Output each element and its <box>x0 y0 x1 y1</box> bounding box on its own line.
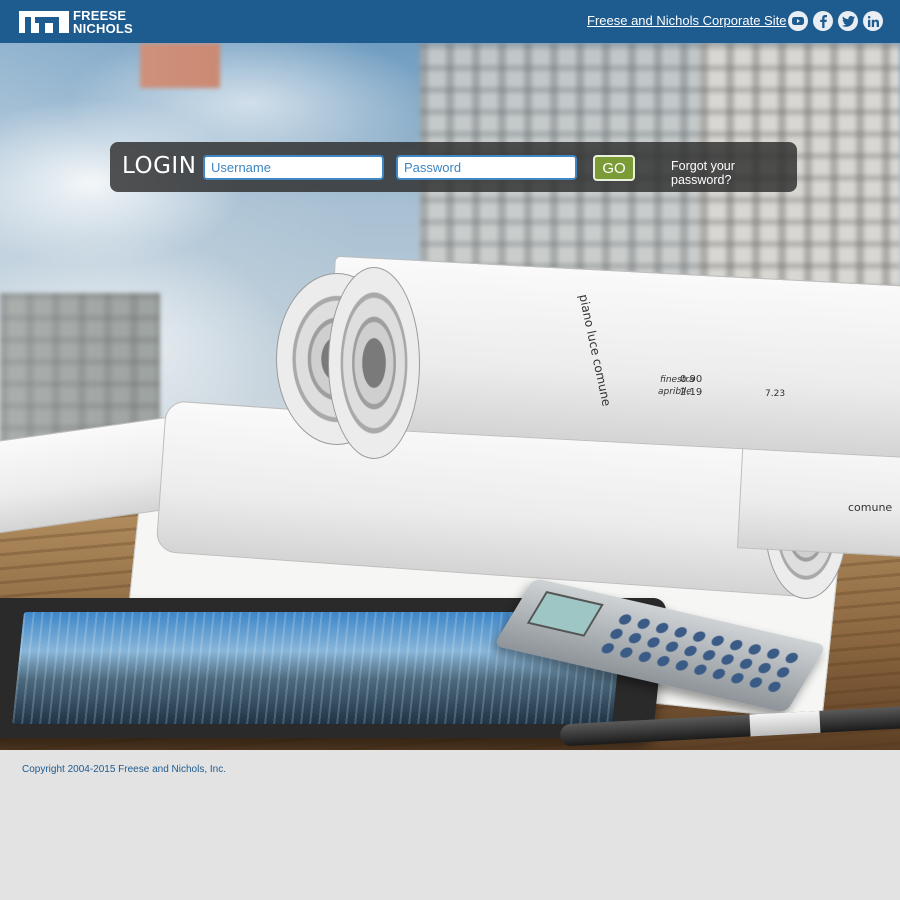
go-button[interactable]: GO <box>593 155 635 181</box>
blueprint-text: 0.90 <box>680 374 703 385</box>
calculator-screen <box>526 591 604 637</box>
forgot-password-link[interactable]: Forgot your password? <box>671 159 797 187</box>
top-header-bar: FREESE NICHOLS Freese and Nichols Corpor… <box>0 0 900 44</box>
roll-end <box>328 267 420 459</box>
linkedin-icon[interactable] <box>863 11 883 31</box>
corporate-site-link[interactable]: Freese and Nichols Corporate Site <box>587 13 786 28</box>
pen-band <box>749 710 821 737</box>
blueprint-text: 2.19 <box>680 387 703 398</box>
logo-mark-icon <box>19 11 69 33</box>
copyright-text: Copyright 2004-2015 Freese and Nichols, … <box>22 764 227 775</box>
logo-text: FREESE NICHOLS <box>73 8 133 36</box>
freese-nichols-logo[interactable]: FREESE NICHOLS <box>19 9 133 35</box>
login-label: LOGIN <box>122 153 197 179</box>
password-input[interactable] <box>396 155 577 180</box>
logo-line1: FREESE <box>73 8 127 23</box>
blueprint-text: comune <box>848 501 893 514</box>
login-bar: LOGIN GO Forgot your password? <box>110 142 797 192</box>
blueprint-text: 7.23 <box>765 389 786 399</box>
logo-line2: NICHOLS <box>73 21 133 36</box>
facebook-icon[interactable] <box>813 11 833 31</box>
twitter-icon[interactable] <box>838 11 858 31</box>
youtube-icon[interactable] <box>788 11 808 31</box>
username-input[interactable] <box>203 155 384 180</box>
